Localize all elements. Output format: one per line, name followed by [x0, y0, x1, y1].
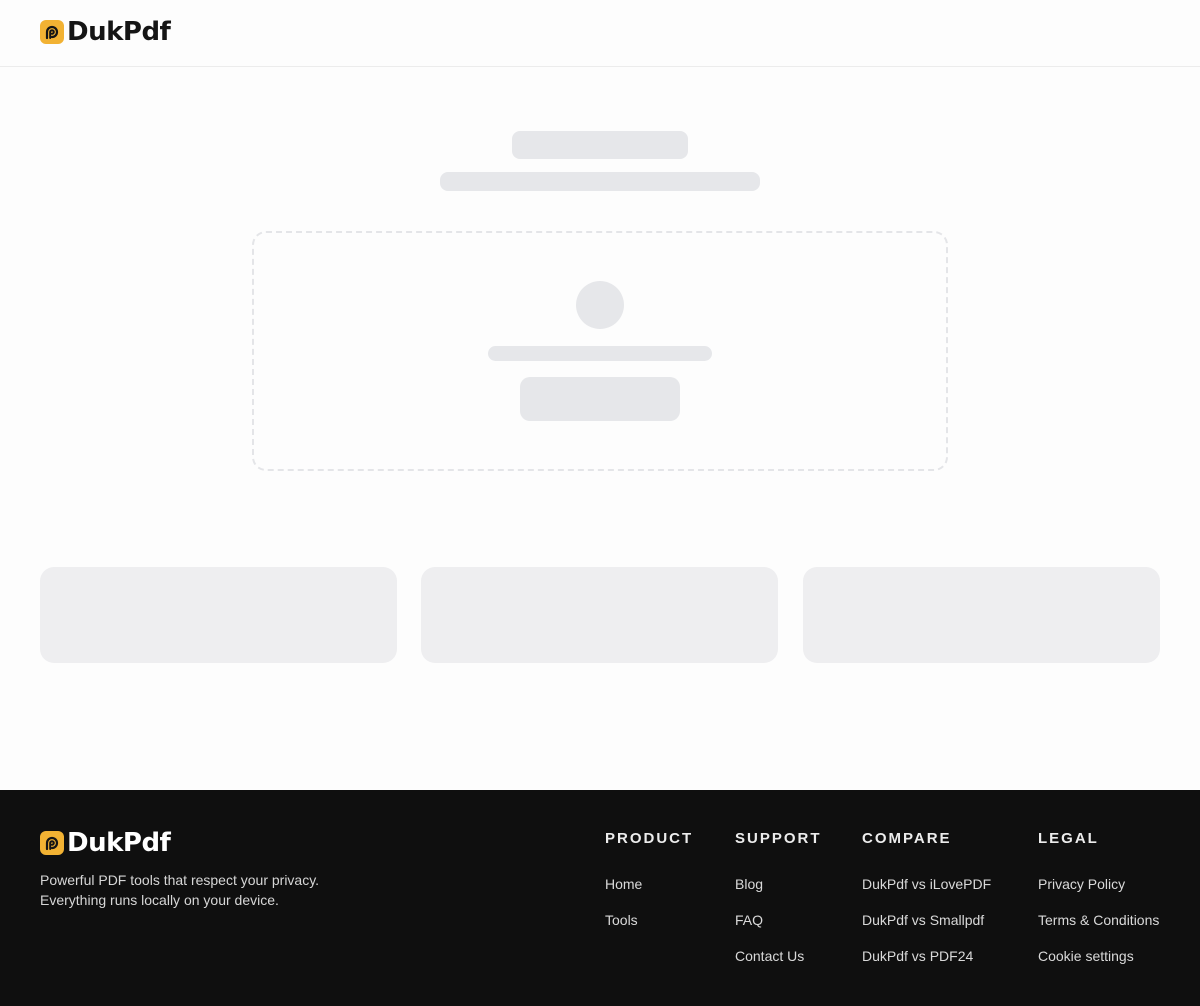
- footer-link-contact[interactable]: Contact Us: [735, 948, 804, 964]
- column-heading: PRODUCT: [605, 830, 694, 847]
- footer-logo-link[interactable]: DukPdf: [40, 828, 171, 858]
- footer-link-tools[interactable]: Tools: [605, 912, 638, 928]
- footer-link-vs-ilovepdf[interactable]: DukPdf vs iLovePDF: [862, 876, 991, 892]
- dukpdf-logo-icon: [40, 831, 64, 855]
- column-heading: LEGAL: [1038, 830, 1099, 847]
- tagline-line: Powerful PDF tools that respect your pri…: [40, 872, 320, 888]
- title-skeleton: [512, 131, 688, 159]
- footer-column-support: SUPPORT Blog FAQ Contact Us: [735, 830, 822, 982]
- feature-card-skeleton: [40, 567, 397, 663]
- header-logo-link[interactable]: DukPdf: [40, 17, 171, 47]
- footer-link-faq[interactable]: FAQ: [735, 912, 763, 928]
- footer-tagline: Powerful PDF tools that respect your pri…: [40, 870, 360, 910]
- upload-button-skeleton: [520, 377, 680, 421]
- upload-icon-skeleton: [576, 281, 624, 329]
- footer-link-blog[interactable]: Blog: [735, 876, 763, 892]
- feature-card-skeleton: [421, 567, 778, 663]
- column-heading: COMPARE: [862, 830, 952, 847]
- brand-name: DukPdf: [67, 17, 171, 47]
- footer-column-compare: COMPARE DukPdf vs iLovePDF DukPdf vs Sma…: [862, 830, 991, 982]
- subtitle-skeleton: [440, 172, 760, 191]
- site-header: DukPdf: [0, 0, 1200, 67]
- footer-link-privacy[interactable]: Privacy Policy: [1038, 876, 1125, 892]
- footer-link-vs-smallpdf[interactable]: DukPdf vs Smallpdf: [862, 912, 984, 928]
- feature-card-skeleton: [803, 567, 1160, 663]
- footer-column-product: PRODUCT Home Tools: [605, 830, 693, 946]
- footer-column-legal: LEGAL Privacy Policy Terms & Conditions …: [1038, 830, 1159, 982]
- footer-link-home[interactable]: Home: [605, 876, 642, 892]
- site-footer: DukPdf Powerful PDF tools that respect y…: [0, 790, 1200, 1006]
- footer-link-terms[interactable]: Terms & Conditions: [1038, 912, 1159, 928]
- column-heading: SUPPORT: [735, 830, 822, 847]
- dukpdf-logo-icon: [40, 20, 64, 44]
- footer-link-cookies[interactable]: Cookie settings: [1038, 948, 1134, 964]
- footer-link-vs-pdf24[interactable]: DukPdf vs PDF24: [862, 948, 973, 964]
- tagline-line: Everything runs locally on your device.: [40, 892, 279, 908]
- upload-text-skeleton: [488, 346, 712, 361]
- brand-name: DukPdf: [67, 828, 171, 858]
